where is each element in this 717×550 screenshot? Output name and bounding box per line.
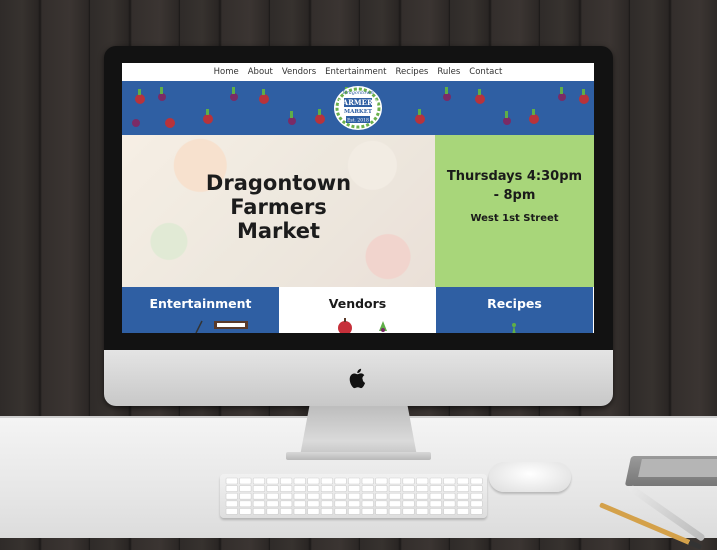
monitor-stand xyxy=(300,406,417,456)
herb-icon xyxy=(512,323,516,333)
nav-vendors[interactable]: Vendors xyxy=(282,67,316,77)
svg-text:Dragontown: Dragontown xyxy=(341,90,373,96)
apple-logo-icon xyxy=(349,368,366,389)
vendor-produce-icon xyxy=(338,318,387,333)
farmers-market-logo: Dragontown FARMERS MARKET Est. 2018 xyxy=(334,86,382,130)
website-screen: Home About Vendors Entertainment Recipes… xyxy=(122,63,594,333)
nav-contact[interactable]: Contact xyxy=(469,67,502,77)
svg-text:Est. 2018: Est. 2018 xyxy=(347,118,369,124)
header-banner: Dragontown FARMERS MARKET Est. 2018 xyxy=(122,81,594,135)
feature-tiles: Entertainment Vendors Recipes xyxy=(122,287,594,333)
nav-entertainment[interactable]: Entertainment xyxy=(325,67,386,77)
keyboard-keys xyxy=(225,477,483,515)
keyboard-icon xyxy=(195,320,248,333)
tile-recipes[interactable]: Recipes xyxy=(436,287,593,333)
nav-about[interactable]: About xyxy=(248,67,273,77)
hero-info-panel: Thursdays 4:30pm - 8pm West 1st Street xyxy=(435,135,594,287)
hero-title: Dragontown Farmers Market xyxy=(205,171,352,243)
keyboard xyxy=(220,474,487,518)
nav-rules[interactable]: Rules xyxy=(437,67,460,77)
nav-recipes[interactable]: Recipes xyxy=(396,67,429,77)
hero-image: Dragontown Farmers Market xyxy=(122,135,435,287)
mouse xyxy=(489,462,571,492)
monitor-stand-base xyxy=(286,452,431,460)
market-location: West 1st Street xyxy=(470,213,559,224)
top-navigation: Home About Vendors Entertainment Recipes… xyxy=(122,63,594,81)
svg-text:MARKET: MARKET xyxy=(344,109,373,115)
svg-text:FARMERS: FARMERS xyxy=(338,98,378,107)
tile-vendors[interactable]: Vendors xyxy=(279,287,436,333)
hero-section: Dragontown Farmers Market Thursdays 4:30… xyxy=(122,135,594,287)
market-hours: Thursdays 4:30pm - 8pm xyxy=(446,169,583,203)
tablet-screen xyxy=(638,459,717,477)
nav-home[interactable]: Home xyxy=(214,67,239,77)
tile-entertainment[interactable]: Entertainment xyxy=(122,287,279,333)
